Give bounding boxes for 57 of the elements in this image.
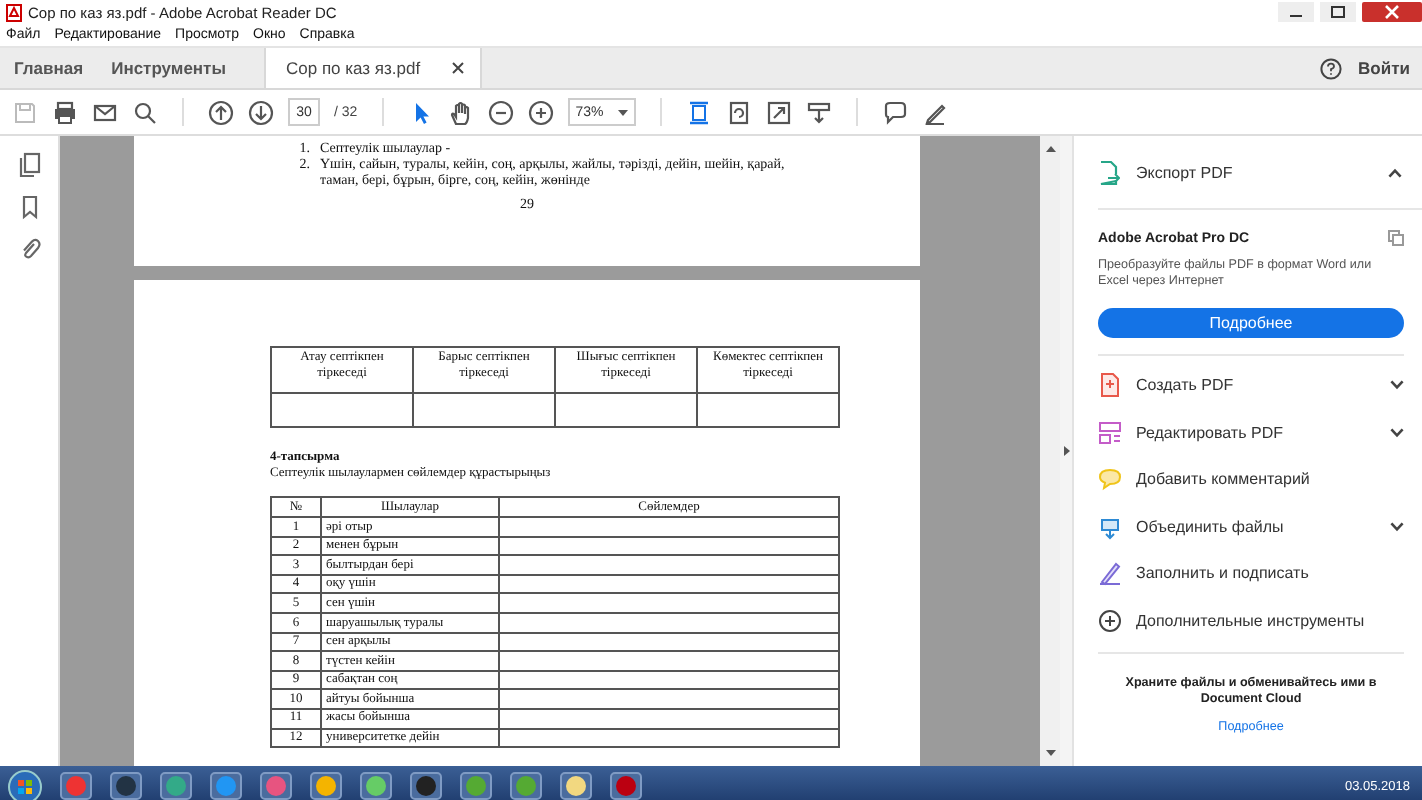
bookmark-icon[interactable] (17, 194, 41, 220)
tool-item[interactable]: Дополнительные инструменты (1136, 611, 1365, 630)
pen-icon[interactable] (921, 99, 948, 125)
nav-tab[interactable]: Инструменты (97, 48, 240, 88)
edit-pdf-icon[interactable] (1098, 419, 1122, 446)
paperclip-icon[interactable] (17, 236, 41, 262)
scroll-up-icon[interactable] (1045, 146, 1055, 152)
learn-more-button[interactable]: Подробнее (1098, 308, 1404, 338)
collapse-arrow-icon[interactable] (1063, 446, 1069, 456)
mail-icon[interactable] (92, 99, 118, 125)
comment-icon[interactable] (881, 99, 908, 125)
tool-item[interactable]: Редактировать PDF (1136, 423, 1283, 442)
full-screen-icon[interactable] (765, 99, 792, 125)
signature-icon[interactable] (1098, 560, 1122, 587)
scroll-bar[interactable] (1040, 136, 1060, 766)
tool-item[interactable]: Заполнить и подписать (1136, 564, 1309, 583)
taskbar-app-icon[interactable] (610, 772, 642, 800)
pages-icon[interactable] (17, 152, 41, 178)
print-icon[interactable] (52, 99, 78, 125)
close-icon[interactable] (452, 62, 465, 74)
tool-item[interactable]: Объединить файлы (1136, 517, 1284, 536)
export-pdf-icon (1098, 159, 1120, 185)
taskbar-app-icon[interactable] (360, 772, 392, 800)
caret-icon (617, 109, 628, 115)
taskbar-app-icon[interactable] (310, 772, 342, 800)
scroll-down-icon[interactable] (1045, 750, 1055, 756)
fit-page-icon[interactable] (685, 99, 712, 125)
chevron-down-icon[interactable] (1390, 427, 1404, 438)
zoom-in-icon[interactable] (527, 99, 554, 125)
rotate-icon[interactable] (725, 99, 752, 125)
previous-page-icon[interactable] (208, 99, 234, 125)
next-page-icon[interactable] (248, 99, 274, 125)
help-icon[interactable] (1320, 57, 1343, 79)
measure-icon[interactable] (805, 99, 832, 125)
document-tab[interactable]: Сор по каз яз.pdf (263, 48, 483, 88)
nav-tab[interactable]: Главная (0, 48, 98, 88)
chevron-up-icon[interactable] (1388, 167, 1402, 177)
minimize-icon[interactable] (1278, 2, 1314, 22)
export-pdf-label[interactable]: Экспорт PDF (1136, 163, 1233, 181)
chevron-down-icon[interactable] (1390, 380, 1404, 391)
plus-circle-icon[interactable] (1098, 607, 1122, 634)
start-button-icon[interactable] (8, 769, 42, 800)
search-icon[interactable] (132, 99, 158, 125)
sign-in-link[interactable]: Войти (1358, 58, 1410, 78)
maximize-icon[interactable] (1320, 2, 1356, 22)
hand-icon[interactable] (447, 99, 474, 125)
chevron-down-icon[interactable] (1390, 521, 1404, 532)
close-icon[interactable] (1362, 2, 1422, 22)
tool-item[interactable]: Создать PDF (1136, 376, 1234, 395)
create-pdf-icon[interactable] (1098, 372, 1122, 399)
taskbar-app-icon[interactable] (560, 772, 592, 800)
taskbar-app-icon[interactable] (110, 772, 142, 800)
zoom-out-icon[interactable] (487, 99, 514, 125)
taskbar-app-icon[interactable] (410, 772, 442, 800)
copy-icon[interactable] (1388, 230, 1404, 246)
tool-item[interactable]: Добавить комментарий (1136, 470, 1310, 489)
combine-files-icon[interactable] (1098, 513, 1122, 540)
